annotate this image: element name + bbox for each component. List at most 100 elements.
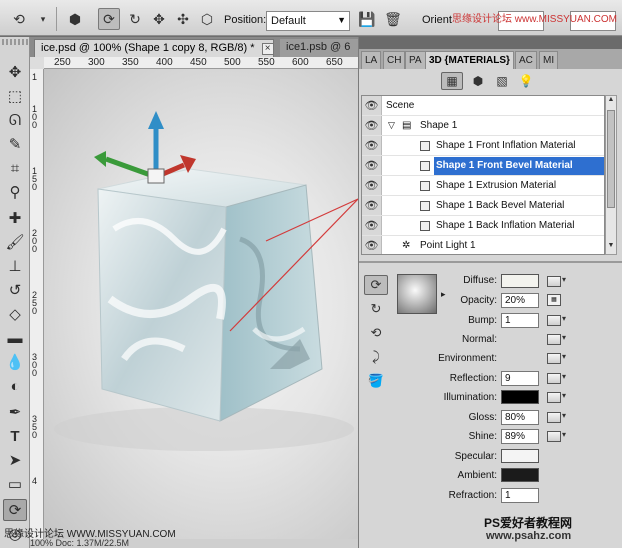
diffuse-color-swatch[interactable]: [501, 274, 539, 288]
preset-dropdown-arrow-icon[interactable]: ▾: [32, 8, 54, 30]
tab-ice-psd[interactable]: ice.psd @ 100% (Shape 1 copy 8, RGB/8) *…: [34, 39, 274, 57]
filter-lights-icon[interactable]: 💡: [515, 72, 537, 90]
eye-icon[interactable]: 👁: [362, 116, 382, 135]
tab-3d-materials[interactable]: 3D {MATERIALS}: [425, 51, 514, 69]
slide-3d-icon[interactable]: ✣: [172, 8, 194, 30]
tab-ice1-psb[interactable]: ice1.psb @ 6: [280, 39, 358, 57]
folder-icon[interactable]: [547, 391, 566, 403]
history-brush-tool-icon[interactable]: ↺: [3, 279, 27, 301]
refraction-field[interactable]: 1: [501, 488, 539, 503]
gradient-tool-icon[interactable]: ▬: [3, 327, 27, 349]
scrollbar-thumb[interactable]: [607, 110, 615, 208]
drag-3d-icon[interactable]: ✥: [148, 8, 170, 30]
shine-field[interactable]: 89%: [501, 429, 539, 444]
scene-row[interactable]: 👁 Scene: [362, 96, 604, 116]
eye-icon[interactable]: 👁: [362, 236, 382, 254]
save-position-icon[interactable]: 💾: [356, 8, 378, 30]
light-row[interactable]: 👁 ✲ Point Light 1: [362, 236, 604, 254]
folder-icon[interactable]: [547, 430, 566, 442]
eraser-tool-icon[interactable]: ◇: [3, 303, 27, 325]
material-row[interactable]: 👁 Shape 1 Front Inflation Material: [362, 136, 604, 156]
filter-materials-icon[interactable]: ▧: [491, 72, 513, 90]
scene-scrollbar[interactable]: ▲ ▼: [605, 95, 617, 255]
roll-3d-icon[interactable]: ↻: [124, 8, 146, 30]
scroll-up-icon[interactable]: ▲: [606, 96, 616, 108]
path-selection-tool-icon[interactable]: ➤: [3, 449, 27, 471]
material-drop-icon[interactable]: 🪣: [364, 371, 388, 391]
scene-row-label: Scene: [386, 100, 415, 111]
bump-field[interactable]: 1: [501, 313, 539, 328]
options-bar: ⟲ ▾ ⬢ ⟳ ↻ ✥ ✣ ⬡ Position: Default ▼ 💾 🗑 …: [0, 0, 622, 36]
material-row[interactable]: 👁 Shape 1 Extrusion Material: [362, 176, 604, 196]
folder-icon[interactable]: [547, 411, 566, 423]
material-roll-icon[interactable]: ↻: [364, 299, 388, 319]
delete-position-icon[interactable]: 🗑: [382, 8, 404, 30]
position-select[interactable]: Default ▼: [266, 11, 350, 31]
document-canvas[interactable]: [44, 69, 358, 539]
quick-selection-tool-icon[interactable]: ✎: [3, 133, 27, 155]
crop-tool-icon[interactable]: ⌗: [3, 157, 27, 179]
eyedropper-tool-icon[interactable]: ⚲: [3, 181, 27, 203]
return-to-initial-position-icon[interactable]: ⬢: [64, 8, 86, 30]
illumination-color-swatch[interactable]: [501, 390, 539, 404]
pen-tool-icon[interactable]: ✒: [3, 401, 27, 423]
tab-actions[interactable]: AC: [515, 51, 537, 69]
tab-layers[interactable]: LA: [361, 51, 382, 69]
folder-icon[interactable]: [547, 352, 566, 364]
material-row[interactable]: 👁 Shape 1 Back Inflation Material: [362, 216, 604, 236]
gizmo-z-arrow[interactable]: [94, 151, 106, 167]
close-icon[interactable]: ×: [261, 43, 273, 55]
material-slide-icon[interactable]: ⤸: [364, 347, 388, 367]
3d-object-tool-preset-icon[interactable]: ⟲: [8, 8, 30, 30]
eye-icon[interactable]: 👁: [362, 196, 382, 215]
material-row-selected[interactable]: 👁 Shape 1 Front Bevel Material: [362, 156, 604, 176]
eye-icon[interactable]: 👁: [362, 136, 382, 155]
filter-meshes-icon[interactable]: ⬢: [467, 72, 489, 90]
tools-panel: ✥ ⬚ ᘏ ✎ ⌗ ⚲ ✚ 🖌 ⊥ ↺ ◇ ▬ 💧 ◐ ✒ T ➤ ▭ ⟳ ◎: [0, 37, 30, 548]
tab-mini-bridge[interactable]: MI: [539, 51, 559, 69]
folder-icon[interactable]: [547, 333, 566, 345]
eye-icon[interactable]: 👁: [362, 176, 382, 195]
healing-brush-tool-icon[interactable]: ✚: [3, 207, 27, 229]
specular-color-swatch[interactable]: [501, 449, 539, 463]
mesh-row[interactable]: 👁 ▽ ▤ Shape 1: [362, 116, 604, 136]
move-tool-icon[interactable]: ✥: [3, 61, 27, 83]
filter-whole-scene-icon[interactable]: ▦: [441, 72, 463, 90]
type-tool-icon[interactable]: T: [3, 425, 27, 447]
panel-grip[interactable]: [2, 39, 28, 45]
folder-icon[interactable]: [547, 372, 566, 384]
folder-icon[interactable]: [547, 314, 566, 326]
eye-icon[interactable]: 👁: [362, 96, 382, 115]
eye-icon[interactable]: 👁: [362, 216, 382, 235]
ruler-tick: 600: [292, 57, 309, 68]
dodge-tool-icon[interactable]: ◐: [3, 375, 27, 397]
shape-tool-icon[interactable]: ▭: [3, 473, 27, 495]
material-row[interactable]: 👁 Shape 1 Back Bevel Material: [362, 196, 604, 216]
brush-tool-icon[interactable]: 🖌: [3, 231, 27, 253]
eye-icon[interactable]: 👁: [362, 156, 382, 175]
scale-3d-icon[interactable]: ⬡: [196, 8, 218, 30]
toolbar-separator: [56, 7, 57, 31]
blur-tool-icon[interactable]: 💧: [3, 351, 27, 373]
ambient-color-swatch[interactable]: [501, 468, 539, 482]
rotate-3d-icon[interactable]: ⟳: [98, 8, 120, 30]
marquee-tool-icon[interactable]: ⬚: [3, 85, 27, 107]
tab-paths[interactable]: PA: [405, 51, 426, 69]
gloss-field[interactable]: 80%: [501, 410, 539, 425]
texture-options-icon[interactable]: ▦: [547, 294, 561, 306]
gizmo-y-arrow[interactable]: [148, 111, 164, 129]
3d-rotate-tool-icon[interactable]: ⟳: [3, 499, 27, 521]
clone-stamp-tool-icon[interactable]: ⊥: [3, 255, 27, 277]
reflection-field[interactable]: 9: [501, 371, 539, 386]
ruler-tick: 150: [32, 166, 38, 192]
lasso-tool-icon[interactable]: ᘏ: [3, 109, 27, 131]
material-rotate-icon[interactable]: ⟳: [364, 275, 388, 295]
panel-divider[interactable]: [359, 261, 622, 263]
scroll-down-icon[interactable]: ▼: [606, 242, 616, 254]
opacity-field[interactable]: 20%: [501, 293, 539, 308]
folder-icon[interactable]: [547, 275, 566, 287]
material-pan-icon[interactable]: ⟲: [364, 323, 388, 343]
tab-channels[interactable]: CH: [383, 51, 406, 69]
gizmo-center[interactable]: [147, 168, 165, 184]
disclosure-triangle-icon[interactable]: ▽: [388, 120, 395, 131]
